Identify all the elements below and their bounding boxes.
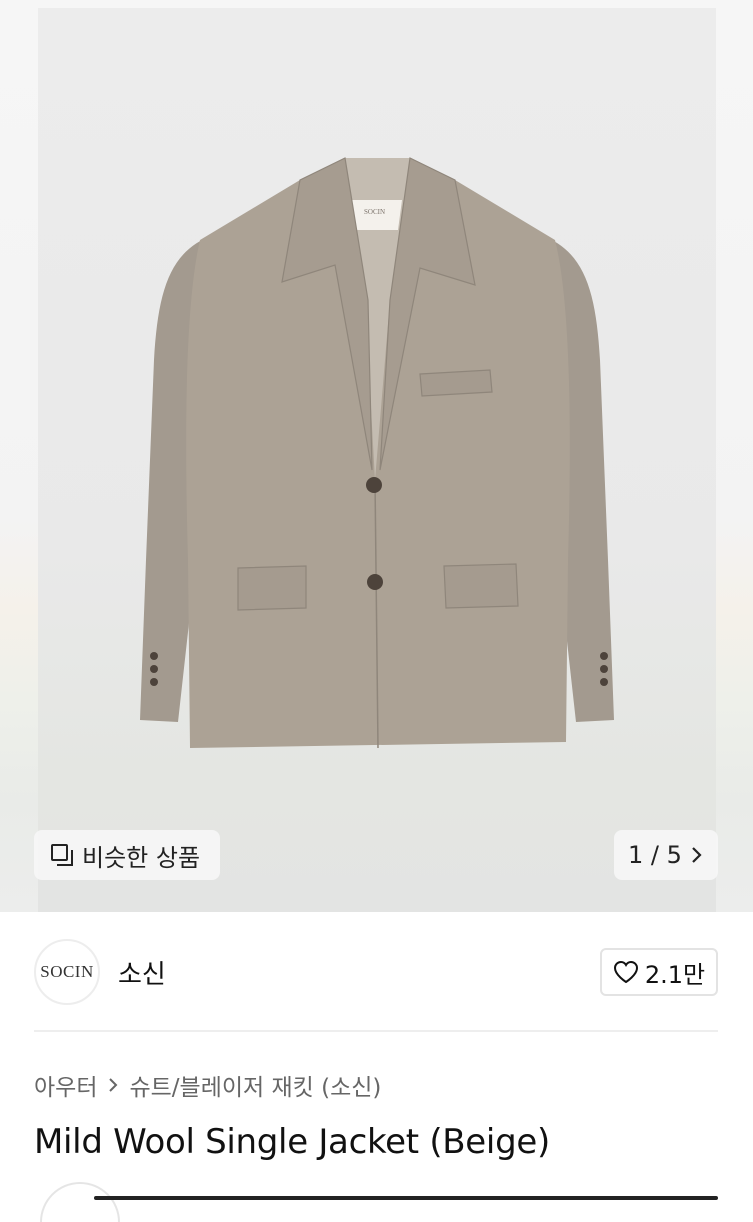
chevron-right-icon: [692, 847, 702, 863]
product-title: Mild Wool Single Jacket (Beige): [34, 1122, 550, 1162]
similar-products-label: 비슷한 상품: [82, 843, 201, 872]
chevron-right-icon: [109, 1078, 118, 1092]
copy-icon: [51, 844, 73, 866]
pager-text: 1 / 5: [628, 841, 682, 869]
like-count: 2.1만: [644, 960, 706, 989]
like-button[interactable]: 2.1만: [600, 948, 718, 996]
product-gallery[interactable]: SOCIN 비슷한 상품 1 / 5: [0, 0, 753, 912]
peek-bar: [94, 1196, 718, 1200]
image-pager[interactable]: 1 / 5: [614, 830, 718, 880]
seller-avatar-text: SOCIN: [40, 962, 94, 981]
breadcrumb: 아우터 슈트/블레이저 재킷 (소신): [34, 1068, 381, 1102]
peek-avatar: [40, 1182, 120, 1222]
breadcrumb-item-category[interactable]: 슈트/블레이저 재킷 (소신): [129, 1068, 381, 1102]
seller-name[interactable]: 소신: [118, 954, 166, 991]
seller-row: SOCIN 소신 2.1만: [34, 938, 718, 1006]
heart-icon: [613, 960, 638, 984]
next-section-peek: [34, 1182, 718, 1222]
jacket-label-text: SOCIN: [364, 208, 386, 216]
breadcrumb-item-outer[interactable]: 아우터: [34, 1068, 97, 1102]
jacket-illustration: [140, 157, 614, 749]
divider: [34, 1030, 718, 1032]
seller-avatar[interactable]: SOCIN: [34, 939, 100, 1005]
similar-products-button[interactable]: 비슷한 상품: [34, 830, 220, 880]
